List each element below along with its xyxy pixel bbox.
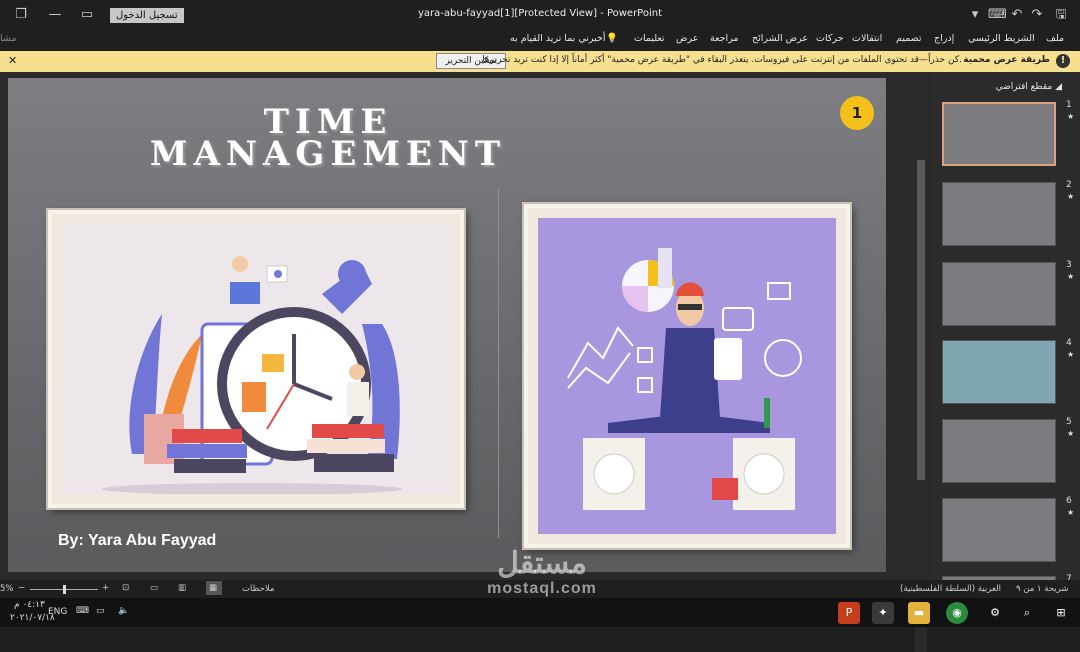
tab-animations[interactable]: حركات — [816, 33, 843, 44]
shield-warning-icon: ! — [1056, 54, 1070, 68]
normal-view-icon[interactable]: ▦ — [209, 583, 217, 593]
file-explorer-icon[interactable]: ▬ — [908, 602, 930, 624]
ribbon-tabs: مشا ملف الشريط الرئيسي إدراج تصميم انتقا… — [0, 30, 1080, 50]
thumbnail-slide-3[interactable] — [942, 262, 1056, 326]
businessman-split-illustration — [567, 248, 802, 510]
tell-me-search[interactable]: أخبرني بما تريد القيام به — [510, 33, 606, 44]
save-icon[interactable]: 🖫 — [1052, 6, 1070, 24]
scrollbar-thumb[interactable] — [917, 160, 925, 480]
thumbnail-slide-1[interactable] — [942, 102, 1056, 166]
tab-design[interactable]: تصميم — [896, 33, 922, 44]
thumbnail-slide-5[interactable] — [942, 419, 1056, 483]
zoom-level[interactable]: 5% — [0, 584, 14, 594]
tab-transitions[interactable]: انتقالات — [852, 33, 882, 44]
thumbnail-pane: مقطع افتراضي ◢ 1 ★ 2 ★ 3 ★ 4 ★ 5 ★ 6 ★ 7 — [930, 72, 1080, 586]
tab-home[interactable]: الشريط الرئيسي — [968, 33, 1035, 44]
zoom-out-button[interactable]: − — [18, 583, 25, 593]
thumbnail-number: 6 — [1066, 496, 1072, 506]
document-title: yara-abu-fayyad[1][Protected View] - Pow… — [417, 8, 663, 19]
star-icon: ★ — [1067, 350, 1075, 359]
close-icon[interactable]: ✕ — [8, 54, 17, 67]
tab-file[interactable]: ملف — [1046, 33, 1064, 44]
protected-view-title: طريقة عرض محمية — [963, 55, 1050, 65]
tab-review[interactable]: مراجعة — [710, 33, 739, 44]
thumbnail-slide-2[interactable] — [942, 182, 1056, 246]
tab-view[interactable]: عرض — [676, 33, 698, 44]
vertical-scrollbar[interactable] — [915, 150, 927, 652]
windows-start-icon[interactable]: ⊞ — [1050, 602, 1072, 624]
language-indicator: العربية (السلطة الفلسطينية) — [900, 584, 1002, 594]
tab-help[interactable]: تعليمات — [634, 33, 665, 44]
slide[interactable]: TIME MANAGEMENT 1 By: Yara Abu Fayyad — [8, 78, 886, 572]
taskbar: ٠٤:١٣ م ٢٠٢١/٠٧/١٨ ENG ⌨ ▭ 🔈 P ✦ ▬ ◉ ⚙ ⌕… — [0, 598, 1080, 627]
watermark: مستقل mostaql.com — [476, 548, 608, 598]
slide-divider — [498, 188, 499, 538]
touch-mode-icon[interactable]: ⌨ — [988, 6, 1007, 24]
undo-icon[interactable]: ↶ — [1008, 6, 1026, 24]
title-bar: ❐ — ▭ تسجيل الدخول yara-abu-fayyad[1][Pr… — [0, 0, 1080, 30]
left-picture-frame[interactable] — [48, 210, 464, 508]
thumbnail-number: 1 — [1066, 100, 1072, 110]
slideshow-view-icon[interactable]: ▭ — [150, 583, 158, 593]
language-switch[interactable]: ENG — [48, 607, 67, 617]
tab-insert[interactable]: إدراج — [934, 33, 954, 44]
redo-icon[interactable]: ↷ — [1028, 6, 1046, 24]
star-icon: ★ — [1067, 429, 1075, 438]
right-picture-frame[interactable] — [524, 204, 850, 548]
slide-number-badge: 1 — [840, 96, 874, 130]
watermark-url: mostaql.com — [487, 580, 597, 597]
chrome-icon[interactable]: ◉ — [946, 602, 968, 624]
clock-time: ٠٤:١٣ م — [14, 600, 45, 610]
slide-canvas: TIME MANAGEMENT 1 By: Yara Abu Fayyad — [0, 72, 930, 652]
thumbnail-slide-6[interactable] — [942, 498, 1056, 562]
protected-view-bar: ✕ تمكين التحرير كن حذراً—قد تحتوي الملفا… — [0, 51, 1080, 72]
volume-icon[interactable]: 🔈 — [118, 606, 129, 616]
settings-icon[interactable]: ⚙ — [984, 602, 1006, 624]
zoom-slider-handle[interactable] — [63, 585, 66, 594]
protected-view-message: كن حذراً—قد تحتوي الملفات من إنترنت على … — [482, 55, 962, 65]
time-management-illustration — [62, 224, 450, 495]
powerpoint-taskbar-icon[interactable]: P — [838, 602, 860, 624]
star-icon: ★ — [1067, 112, 1075, 121]
slide-author: By: Yara Abu Fayyad — [58, 532, 217, 549]
thumbnail-slide-4[interactable] — [942, 340, 1056, 404]
thumbnail-number: 3 — [1066, 260, 1072, 270]
app-taskbar-icon[interactable]: ✦ — [872, 602, 894, 624]
star-icon: ★ — [1067, 192, 1075, 201]
battery-icon: ▭ — [96, 606, 105, 616]
tab-slideshow[interactable]: عرض الشرائح — [752, 33, 808, 44]
thumbnail-number: 5 — [1066, 417, 1072, 427]
fit-slide-icon[interactable]: ⊡ — [122, 583, 129, 593]
notes-button[interactable]: ملاحظات — [242, 584, 274, 594]
keyboard-icon[interactable]: ⌨ — [76, 606, 89, 616]
clock-desk-illustration — [102, 256, 402, 495]
reading-view-icon[interactable]: ▥ — [178, 583, 186, 593]
share-button[interactable]: مشا — [0, 33, 16, 44]
watermark-logo-text: مستقل — [497, 547, 587, 580]
thumbnail-number: 4 — [1066, 338, 1072, 348]
slide-count: شريحة ١ من ٩ — [1016, 584, 1069, 594]
lightbulb-icon: 💡 — [606, 33, 618, 44]
customize-qat-icon[interactable]: ▾ — [966, 6, 984, 24]
search-icon[interactable]: ⌕ — [1016, 602, 1038, 624]
thumbnail-number: 2 — [1066, 180, 1072, 190]
slide-title-line2: MANAGEMENT — [149, 134, 507, 174]
star-icon: ★ — [1067, 508, 1075, 517]
businessman-illustration — [538, 218, 836, 534]
zoom-in-button[interactable]: + — [102, 583, 109, 593]
star-icon: ★ — [1067, 272, 1075, 281]
section-label[interactable]: مقطع افتراضي ◢ — [996, 82, 1062, 92]
